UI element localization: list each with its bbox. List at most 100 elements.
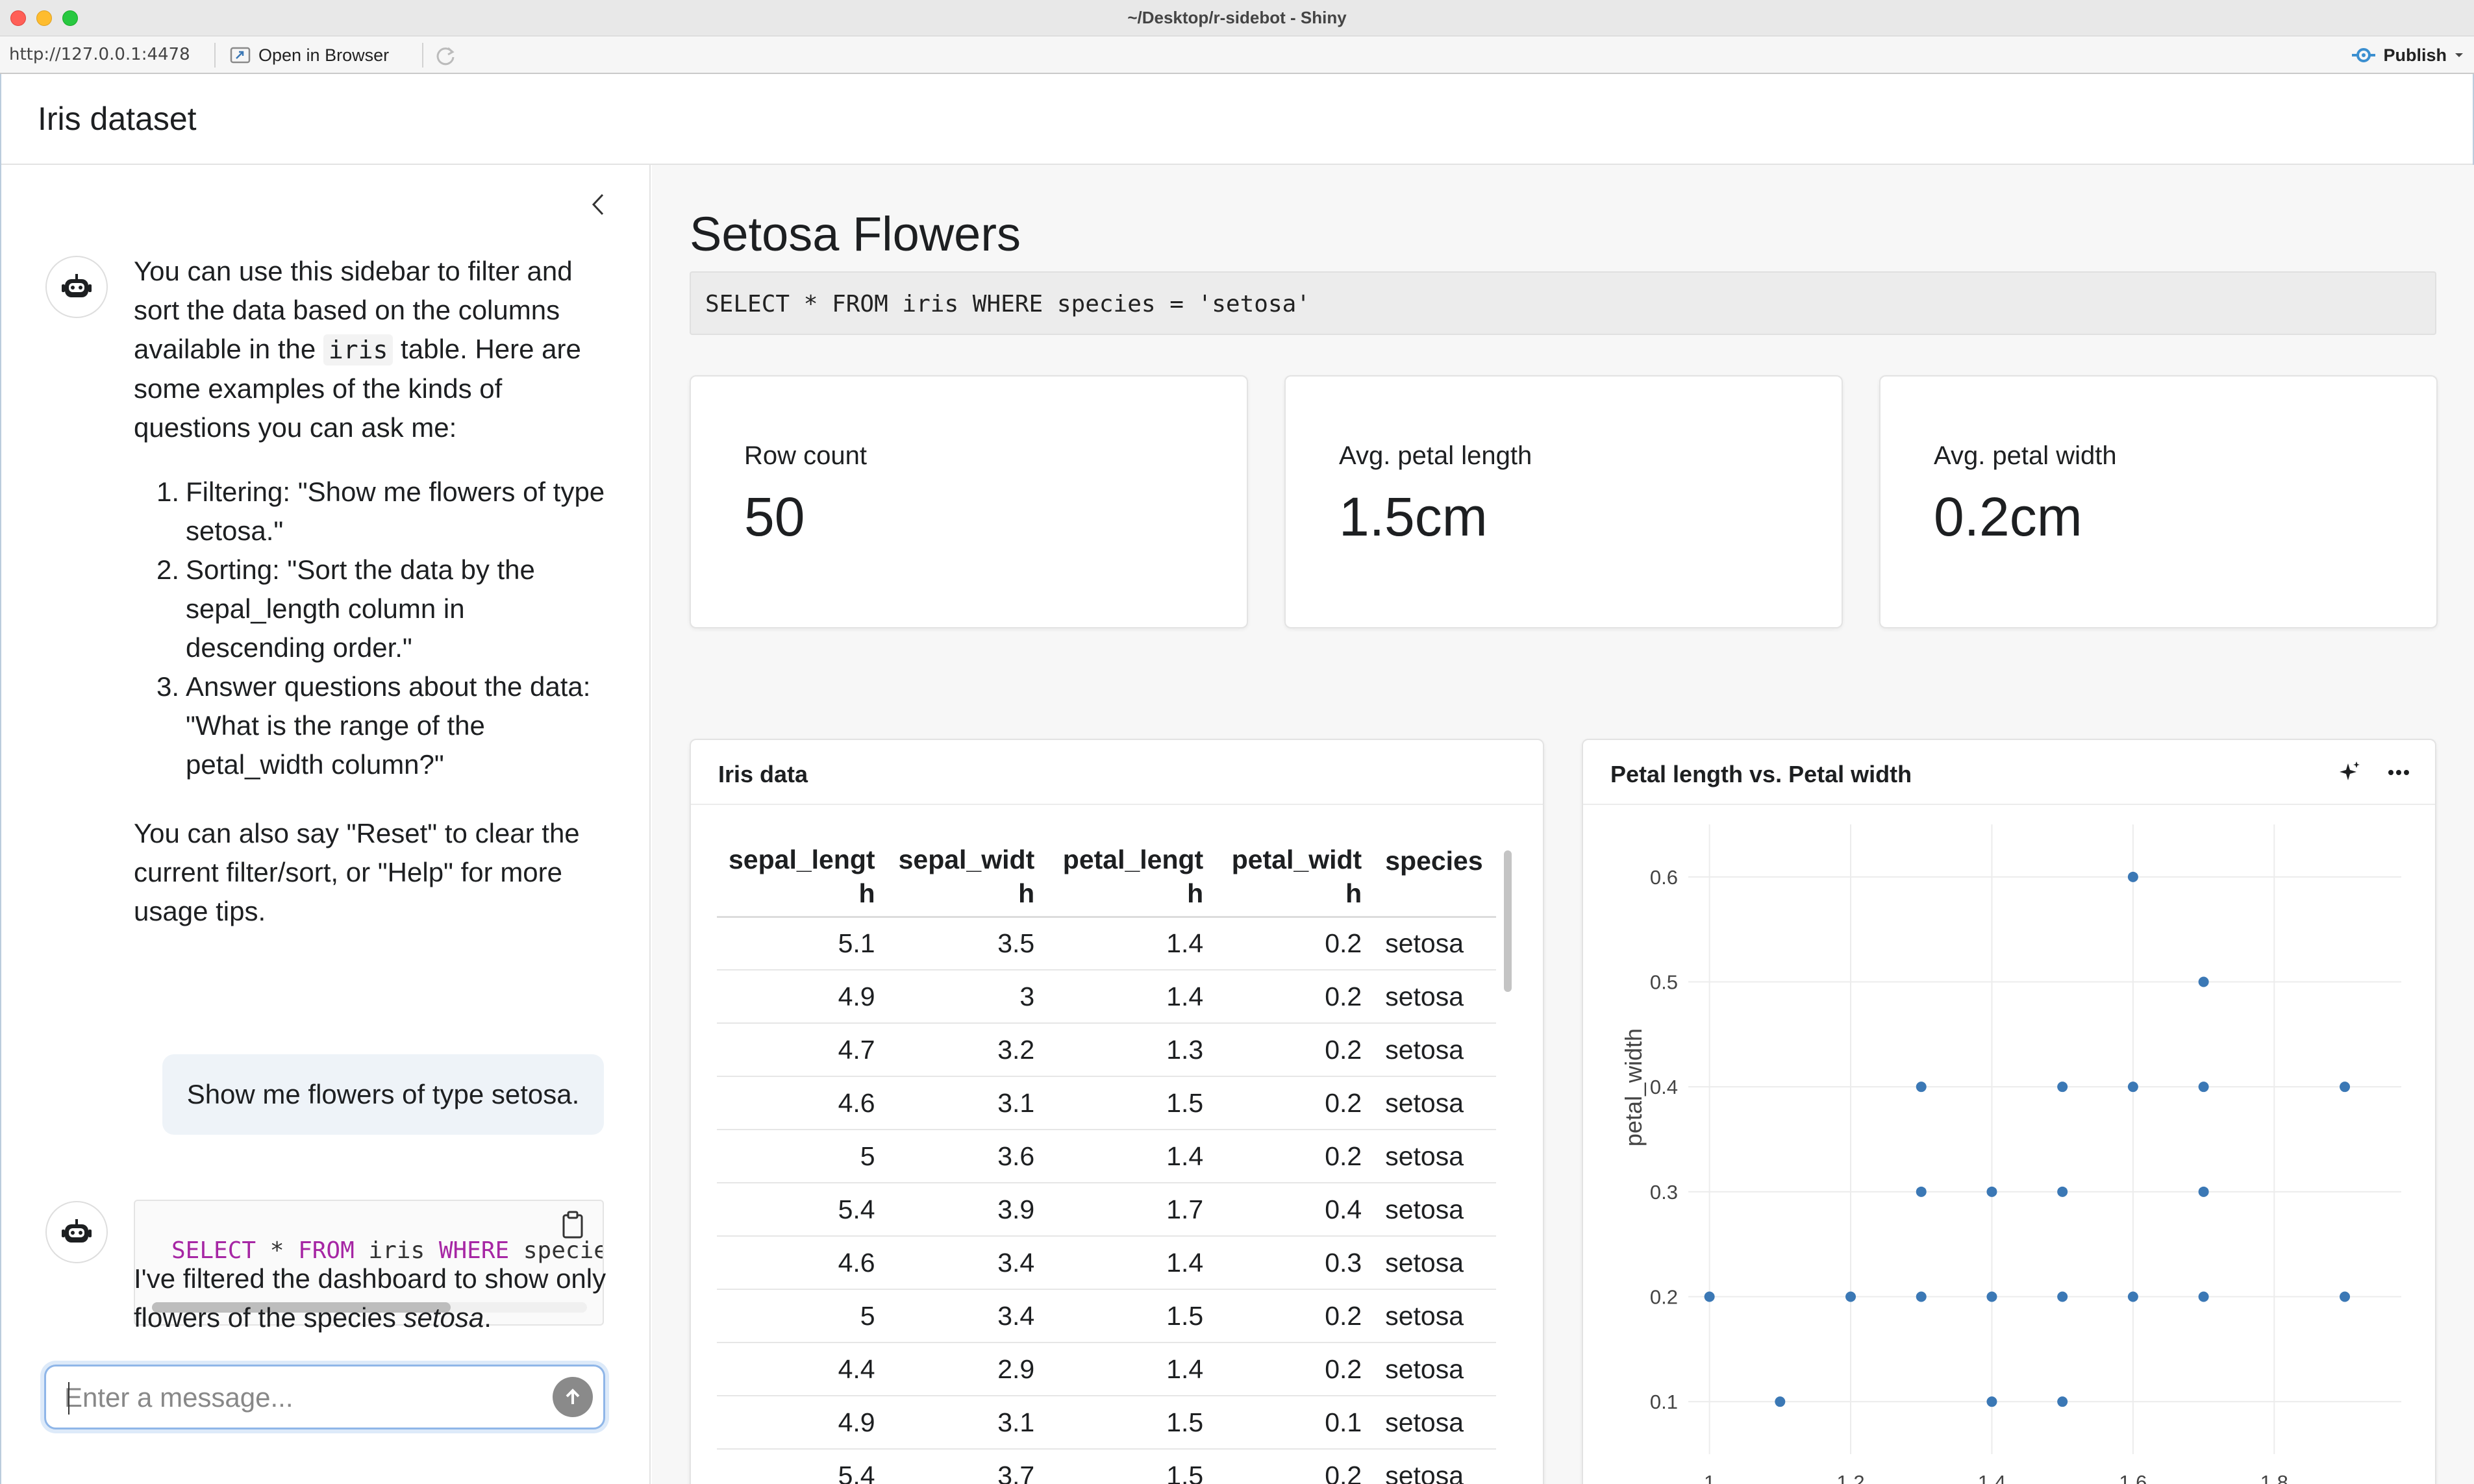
header-text: petal_lengt [1062,845,1204,875]
window-title: ~/Desktop/r-sidebot - Shiny [1127,8,1347,27]
open-in-browser-button[interactable]: Open in Browser [230,43,389,68]
column-header-petal-length[interactable]: petal_lengt h [1046,837,1216,918]
collapse-sidebar-icon[interactable] [586,188,612,221]
message-input[interactable] [64,1378,519,1417]
data-point [2127,871,2138,882]
data-point [2127,1291,2138,1302]
table-row[interactable]: 5.4 3.9 1.7 0.4 setosa [717,1183,1496,1237]
table-row[interactable]: 4.9 3 1.4 0.2 setosa [717,970,1496,1024]
table-cell: 4.6 [717,1076,887,1130]
list-item: 1. Filtering: "Show me flowers of type s… [134,473,608,550]
main-panel: Setosa Flowers SELECT * FROM iris WHERE … [652,165,2474,1484]
text-caret [68,1382,69,1415]
chevron-down-icon[interactable] [2453,51,2465,59]
chat-sidebar: You can use this sidebar to filter and s… [1,165,651,1484]
data-point [2198,1186,2209,1197]
header-text-wrap: h [1345,878,1362,909]
table-cell: 4.7 [717,1023,887,1077]
table-cell-species: setosa [1373,1023,1496,1077]
table-cell: 3.4 [886,1289,1047,1343]
x-tick-label: 1.6 [2119,1471,2147,1484]
column-header-petal-width[interactable]: petal_widt h [1215,837,1374,918]
table-cell: 3.4 [886,1236,1047,1290]
header-text-wrap: h [1187,878,1204,909]
table-cell: 1.5 [1046,1396,1216,1450]
reply-species: setosa [403,1302,484,1333]
data-grid-viewport[interactable]: sepal_lengt h sepal_widt h petal_lengt h pe… [717,837,1496,1484]
list-item-number: 3. [156,671,179,702]
iris-data-card: Iris data sepal_lengt h sepal_widt h petal… [690,739,1544,1484]
table-row[interactable]: 4.7 3.2 1.3 0.2 setosa [717,1023,1496,1077]
data-grid: sepal_lengt h sepal_widt h petal_lengt h pe… [717,837,1496,1484]
column-header-sepal-width[interactable]: sepal_widt h [886,837,1047,918]
more-options-icon[interactable] [2386,760,2412,785]
send-button[interactable] [553,1377,593,1417]
table-cell: 3.9 [886,1183,1047,1237]
value-box-label: Avg. petal length [1339,441,1532,470]
table-cell-species: setosa [1373,1449,1496,1484]
card-title: Iris data [718,761,808,787]
x-tick-label: 1.4 [1978,1471,2006,1484]
publish-button[interactable]: Publish [2351,43,2465,68]
table-cell-species: setosa [1373,970,1496,1024]
table-row[interactable]: 4.6 3.1 1.5 0.2 setosa [717,1076,1496,1130]
inline-code-table-name: iris [323,334,394,365]
assistant-reply-text: I've filtered the dashboard to show only… [134,1259,608,1337]
data-point [1916,1186,1927,1197]
header-text: sepal_lengt [729,845,875,875]
data-point [2198,1082,2209,1093]
table-cell: 0.2 [1215,1449,1374,1484]
table-row[interactable]: 5 3.4 1.5 0.2 setosa [717,1289,1496,1343]
list-item-text: Sorting: "Sort the data by the sepal_len… [186,554,535,663]
table-cell: 1.4 [1046,1236,1216,1290]
table-cell: 0.2 [1215,970,1374,1024]
table-cell-species: setosa [1373,917,1496,971]
sparkles-icon[interactable] [2336,760,2362,785]
table-cell: 3.1 [886,1396,1047,1450]
table-cell: 5.1 [717,917,887,971]
app-title: Iris dataset [38,101,197,137]
table-cell: 1.5 [1046,1289,1216,1343]
url-field[interactable]: http://127.0.0.1:4478 [9,45,190,64]
refresh-icon[interactable] [434,44,457,68]
value-box-label: Avg. petal width [1934,441,2117,470]
data-point [2057,1396,2068,1407]
clipboard-icon[interactable] [558,1209,587,1241]
table-cell: 1.3 [1046,1023,1216,1077]
app-header: Iris dataset [1,74,2473,165]
scatter-plot-card: Petal length vs. Petal width 1 1.2 1.4 1.6 1… [1582,739,2436,1484]
scatter-plot[interactable]: 11.21.41.61.80.10.20.30.40.50.6petal_len… [1583,805,2436,1484]
value-box-avg-petal-length: Avg. petal length 1.5cm [1284,375,1843,628]
table-cell: 3 [886,970,1047,1024]
table-row[interactable]: 5.4 3.7 1.5 0.2 setosa [717,1449,1496,1484]
data-point [1986,1396,1997,1407]
table-cell: 0.2 [1215,1289,1374,1343]
column-header-species[interactable]: species [1373,837,1496,918]
column-header-sepal-length[interactable]: sepal_lengt h [717,837,887,918]
table-cell: 1.5 [1046,1076,1216,1130]
table-vertical-scrollbar[interactable] [1501,837,1514,1484]
table-row[interactable]: 4.4 2.9 1.4 0.2 setosa [717,1342,1496,1396]
assistant-avatar [45,256,108,318]
table-row[interactable]: 5 3.6 1.4 0.2 setosa [717,1130,1496,1183]
table-row[interactable]: 5.1 3.5 1.4 0.2 setosa [717,917,1496,971]
table-row[interactable]: 4.9 3.1 1.5 0.1 setosa [717,1396,1496,1450]
chat-input-box [44,1365,605,1429]
table-row[interactable]: 4.6 3.4 1.4 0.3 setosa [717,1236,1496,1290]
data-point [2198,1291,2209,1302]
card-actions [2336,760,2412,785]
x-tick-label: 1 [1704,1471,1715,1484]
table-cell: 3.1 [886,1076,1047,1130]
user-message-text: Show me flowers of type setosa. [186,1079,580,1109]
header-text: petal_widt [1231,845,1362,875]
table-cell: 4.9 [717,970,887,1024]
data-point [2057,1186,2068,1197]
scrollbar-thumb[interactable] [1504,850,1512,992]
table-cell: 3.7 [886,1449,1047,1484]
example-questions-list: 1. Filtering: "Show me flowers of type s… [134,473,608,784]
y-tick-label: 0.5 [1650,971,1678,994]
table-cell: 3.2 [886,1023,1047,1077]
table-cell: 5.4 [717,1183,887,1237]
data-point [1775,1396,1786,1407]
card-header: Petal length vs. Petal width [1583,740,2435,805]
